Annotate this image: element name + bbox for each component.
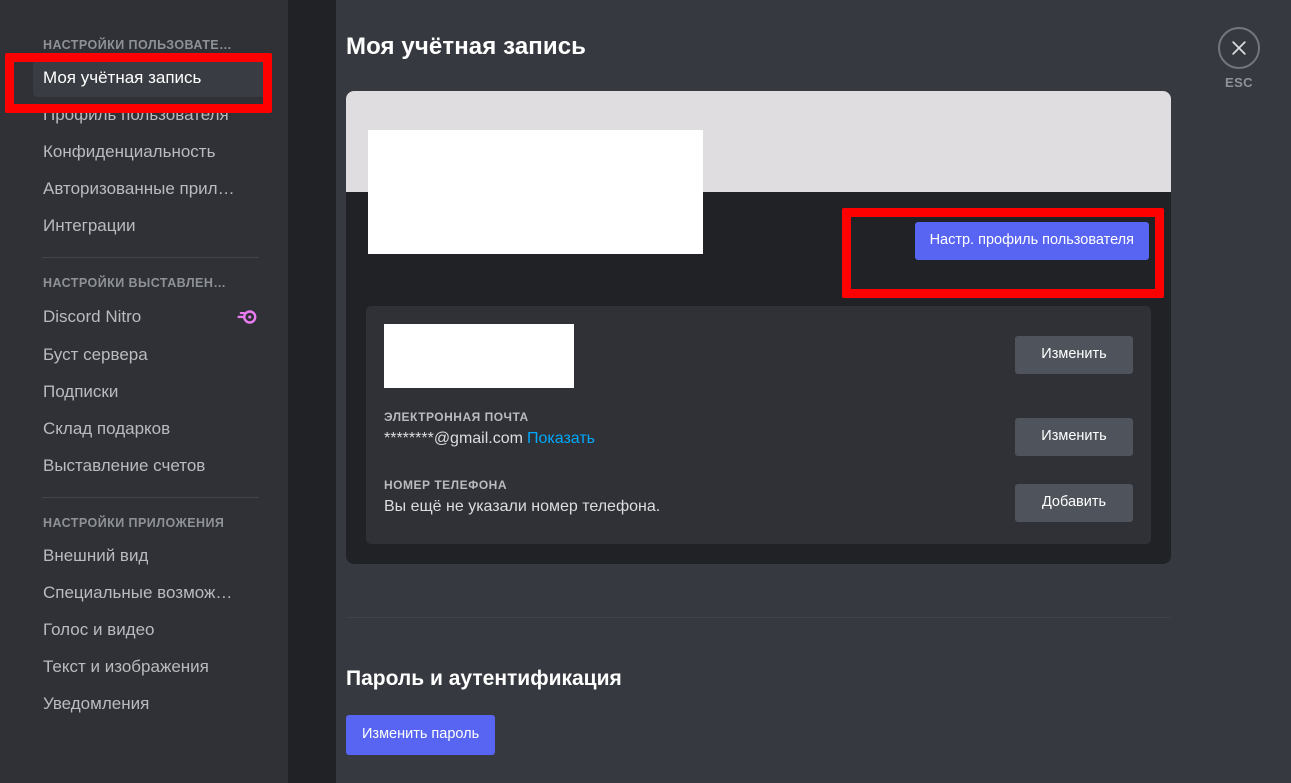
email-field-row: ЭЛЕКТРОННАЯ ПОЧТА ********@gmail.com Пока…	[384, 410, 1133, 456]
sidebar-item-1-5[interactable]: Интеграции	[33, 208, 268, 245]
account-card: Настр. профиль пользователя Изменить ЭЛЕ…	[346, 91, 1171, 564]
username-field-row: Изменить	[384, 324, 1133, 388]
sidebar-nav-list: НАСТРОЙКИ ПОЛЬЗОВАТЕ… Моя учётная запись П…	[0, 32, 288, 723]
discord-user-settings-window: НАСТРОЙКИ ПОЛЬЗОВАТЕ… Моя учётная запись П…	[0, 0, 1291, 783]
edit-user-profile-button[interactable]: Настр. профиль пользователя	[914, 222, 1149, 260]
sidebar-section-header: НАСТРОЙКИ ВЫСТАВЛЕН…	[43, 276, 227, 290]
sidebar-item-3-3[interactable]: Голос и видео	[33, 612, 268, 649]
sidebar-item-3-2[interactable]: Специальные возмож…	[33, 575, 268, 612]
sidebar-item-1-1[interactable]: Моя учётная запись	[33, 60, 268, 97]
nitro-badge-icon	[236, 306, 258, 328]
sidebar-item-label: Голос и видео	[43, 620, 155, 639]
close-icon	[1232, 41, 1246, 55]
phone-field-row: НОМЕР ТЕЛЕФОНА Вы ещё не указали номер т…	[384, 478, 1133, 524]
sidebar-item-2-4[interactable]: Склад подарков	[33, 411, 268, 448]
edit-username-button[interactable]: Изменить	[1015, 336, 1133, 374]
sidebar-item-label: Интеграции	[43, 216, 136, 235]
nitro-icon	[237, 310, 257, 324]
sidebar-item-label: Конфиденциальность	[43, 142, 216, 161]
sidebar-item-label: Авторизованные прил…	[43, 179, 235, 198]
sidebar-item-2-1[interactable]: Discord Nitro	[33, 298, 268, 337]
sidebar-separator	[42, 257, 259, 258]
sidebar-item-label: Моя учётная запись	[43, 68, 202, 87]
settings-content: Моя учётная запись Настр. профиль пользо…	[336, 0, 1291, 783]
sidebar-item-2-3[interactable]: Подписки	[33, 374, 268, 411]
esc-label: ESC	[1225, 75, 1253, 90]
email-field-label: ЭЛЕКТРОННАЯ ПОЧТА	[384, 410, 529, 424]
sidebar-item-3-4[interactable]: Текст и изображения	[33, 649, 268, 686]
account-card-header: Настр. профиль пользователя	[346, 130, 1171, 306]
sidebar-item-label: Склад подарков	[43, 419, 171, 438]
sidebar-item-2-2[interactable]: Буст сервера	[33, 337, 268, 374]
sidebar-item-3-1[interactable]: Внешний вид	[33, 538, 268, 575]
sidebar-item-label: Профиль пользователя	[43, 105, 229, 124]
sidebar-item-label: Буст сервера	[43, 345, 148, 364]
sidebar-item-label: Уведомления	[43, 694, 150, 713]
add-phone-button[interactable]: Добавить	[1015, 484, 1133, 522]
close-settings-button[interactable]: ESC	[1209, 27, 1269, 90]
sidebar-gutter	[288, 0, 336, 783]
sidebar-item-1-2[interactable]: Профиль пользователя	[33, 97, 268, 134]
change-password-button[interactable]: Изменить пароль	[346, 715, 496, 755]
account-fields-panel: Изменить ЭЛЕКТРОННАЯ ПОЧТА ********@gmai…	[366, 306, 1151, 544]
edit-email-button[interactable]: Изменить	[1015, 418, 1133, 456]
sidebar-separator	[42, 497, 259, 498]
reveal-email-link[interactable]: Показать	[527, 430, 595, 447]
sidebar-section-header: НАСТРОЙКИ ПРИЛОЖЕНИЯ	[43, 516, 225, 530]
sidebar-section-header: НАСТРОЙКИ ПОЛЬЗОВАТЕ…	[43, 38, 233, 52]
settings-sidebar: НАСТРОЙКИ ПОЛЬЗОВАТЕ… Моя учётная запись П…	[0, 0, 288, 783]
password-section-title: Пароль и аутентификация	[346, 667, 622, 690]
page-title: Моя учётная запись	[346, 33, 587, 60]
sidebar-item-2-5[interactable]: Выставление счетов	[33, 448, 268, 485]
sidebar-item-label: Подписки	[43, 382, 119, 401]
sidebar-item-3-5[interactable]: Уведомления	[33, 686, 268, 723]
sidebar-item-label: Текст и изображения	[43, 657, 209, 676]
email-masked-value: ********@gmail.com	[384, 430, 523, 447]
avatar-redacted-region	[368, 130, 703, 254]
phone-field-value: Вы ещё не указали номер телефона.	[384, 498, 661, 515]
email-field-value: ********@gmail.com Показать	[384, 428, 963, 450]
sidebar-item-1-3[interactable]: Конфиденциальность	[33, 134, 268, 171]
close-icon-circle	[1218, 27, 1260, 69]
sidebar-item-1-4[interactable]: Авторизованные прил…	[33, 171, 268, 208]
username-redacted-region	[384, 324, 574, 388]
phone-field-label: НОМЕР ТЕЛЕФОНА	[384, 478, 508, 492]
sidebar-item-label: Discord Nitro	[43, 307, 142, 326]
sidebar-item-label: Специальные возмож…	[43, 583, 233, 602]
section-divider	[346, 617, 1171, 618]
sidebar-item-label: Внешний вид	[43, 546, 149, 565]
sidebar-item-label: Выставление счетов	[43, 456, 206, 475]
